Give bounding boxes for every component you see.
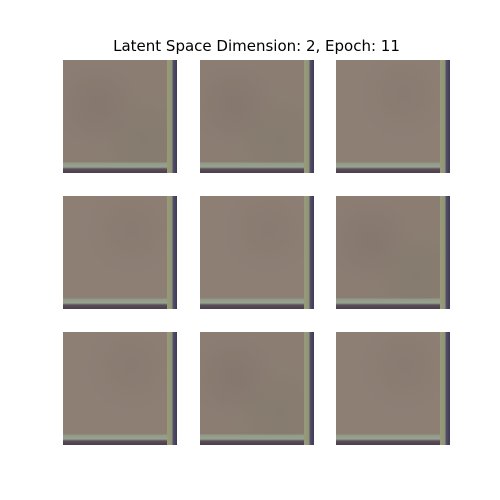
generated-image-7 (63, 332, 177, 445)
generated-image-1 (63, 60, 177, 173)
generated-image-9 (336, 332, 450, 445)
figure-title: Latent Space Dimension: 2, Epoch: 11 (113, 37, 400, 55)
generated-image-3 (336, 60, 450, 173)
generated-image-4 (63, 196, 177, 309)
generated-image-6 (336, 196, 450, 309)
generated-image-8 (200, 332, 314, 445)
generated-image-2 (200, 60, 314, 173)
generated-image-5 (200, 196, 314, 309)
